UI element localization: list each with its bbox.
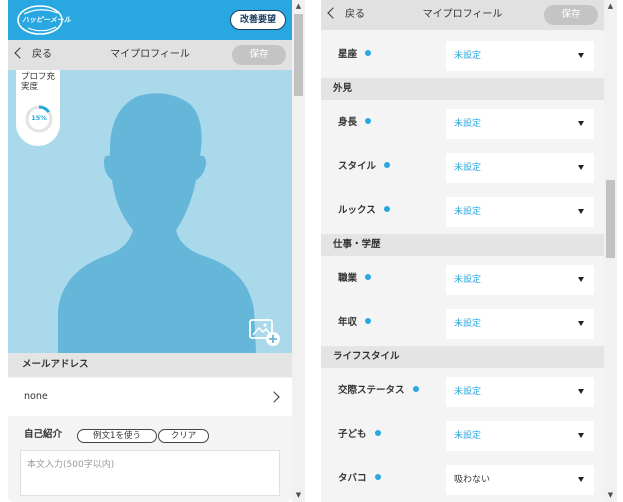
style-value: 未設定 bbox=[454, 163, 482, 173]
looks-label: ルックス bbox=[338, 205, 376, 216]
tobacco-label: タバコ bbox=[338, 473, 367, 484]
intro-label: 自己紹介 bbox=[24, 429, 63, 440]
completion-label: プロフ充実度 bbox=[21, 72, 56, 92]
field-row-income: 年収 未設定 bbox=[321, 301, 604, 345]
caret-down-icon bbox=[578, 389, 584, 394]
zodiac-select[interactable]: 未設定 bbox=[446, 41, 594, 71]
email-row[interactable]: none bbox=[8, 378, 292, 416]
required-dot-icon bbox=[374, 430, 381, 436]
income-value: 未設定 bbox=[454, 319, 482, 329]
improve-request-button[interactable]: 改善要望 bbox=[230, 10, 286, 30]
scrollbar-right[interactable]: ▲ ▼ bbox=[604, 0, 617, 502]
scroll-down-icon[interactable]: ▼ bbox=[292, 489, 305, 502]
completion-value: 15% bbox=[31, 114, 47, 122]
save-button[interactable]: 保存 bbox=[232, 45, 286, 65]
clear-button[interactable]: クリア bbox=[158, 429, 209, 443]
tobacco-select[interactable]: 吸わない bbox=[446, 465, 594, 495]
caret-down-icon bbox=[578, 209, 584, 214]
email-value: none bbox=[24, 391, 48, 402]
job-select[interactable]: 未設定 bbox=[446, 265, 594, 295]
job-value: 未設定 bbox=[454, 275, 482, 285]
scroll-down-icon[interactable]: ▼ bbox=[604, 489, 617, 502]
required-dot-icon bbox=[365, 274, 372, 280]
required-dot-icon bbox=[412, 386, 419, 392]
nav-bar: 戻る マイプロフィール 保存 bbox=[8, 40, 292, 70]
profile-photo[interactable]: プロフ充実度 15% bbox=[8, 70, 292, 353]
completion-badge: プロフ充実度 15% bbox=[16, 70, 60, 146]
scrollbar-left[interactable]: ▲ ▼ bbox=[292, 0, 305, 502]
caret-down-icon bbox=[578, 53, 584, 58]
logo-text: ハッピーメール bbox=[22, 16, 71, 24]
field-label: 星座 bbox=[338, 33, 372, 77]
required-dot-icon bbox=[365, 118, 372, 124]
chevron-right-icon bbox=[268, 391, 280, 403]
scrollbar-thumb[interactable] bbox=[606, 180, 615, 258]
children-value: 未設定 bbox=[454, 431, 482, 441]
job-label: 職業 bbox=[338, 273, 358, 284]
brand-bar: ハッピーメール 改善要望 bbox=[8, 0, 292, 40]
income-select[interactable]: 未設定 bbox=[446, 309, 594, 339]
caret-down-icon bbox=[578, 277, 584, 282]
field-row-zodiac: 星座 未設定 bbox=[321, 33, 604, 77]
style-label: スタイル bbox=[338, 161, 377, 172]
field-row-height: 身長 未設定 bbox=[321, 101, 604, 145]
category-lifestyle: ライフスタイル bbox=[321, 346, 604, 368]
children-select[interactable]: 未設定 bbox=[446, 421, 594, 451]
marital-label: 交際ステータス bbox=[338, 385, 405, 396]
save-button-right[interactable]: 保存 bbox=[544, 5, 598, 25]
required-dot-icon bbox=[383, 206, 390, 212]
required-dot-icon bbox=[365, 318, 372, 324]
required-dot-icon bbox=[365, 50, 372, 56]
nav-bar-right: 戻る マイプロフィール 保存 bbox=[321, 0, 604, 30]
field-row-job: 職業 未設定 bbox=[321, 257, 604, 301]
height-select[interactable]: 未設定 bbox=[446, 109, 594, 139]
required-dot-icon bbox=[384, 162, 391, 168]
intro-textarea[interactable]: 本文入力(500字以内) bbox=[20, 450, 280, 496]
height-label: 身長 bbox=[338, 117, 358, 128]
scrollbar-thumb[interactable] bbox=[294, 14, 303, 96]
intro-placeholder: 本文入力(500字以内) bbox=[27, 460, 115, 470]
field-row-children: 子ども 未設定 bbox=[321, 413, 604, 457]
profile-details-pane: 戻る マイプロフィール 保存 星座 未設定 外見 身長 未設定 スタイル 未設定… bbox=[321, 0, 604, 502]
caret-down-icon bbox=[578, 321, 584, 326]
looks-value: 未設定 bbox=[454, 207, 482, 217]
income-label: 年収 bbox=[338, 317, 358, 328]
category-work: 仕事・学歴 bbox=[321, 234, 604, 256]
tobacco-value: 吸わない bbox=[454, 475, 491, 485]
caret-down-icon bbox=[578, 121, 584, 126]
zodiac-label: 星座 bbox=[338, 49, 358, 60]
add-photo-icon[interactable] bbox=[248, 318, 282, 348]
caret-down-icon bbox=[578, 477, 584, 482]
intro-header: 自己紹介 例文1を使う クリア bbox=[8, 420, 292, 450]
use-example-button[interactable]: 例文1を使う bbox=[77, 429, 157, 443]
children-label: 子ども bbox=[338, 429, 367, 440]
field-row-tobacco: タバコ 吸わない bbox=[321, 457, 604, 501]
required-dot-icon bbox=[374, 474, 381, 480]
email-section-header: メールアドレス bbox=[8, 353, 292, 377]
style-select[interactable]: 未設定 bbox=[446, 153, 594, 183]
profile-panel-left: ハッピーメール 改善要望 戻る マイプロフィール 保存 プロフ充実度 15% メ… bbox=[0, 0, 309, 502]
profile-pane: ハッピーメール 改善要望 戻る マイプロフィール 保存 プロフ充実度 15% メ… bbox=[8, 0, 292, 502]
field-row-looks: ルックス 未設定 bbox=[321, 189, 604, 233]
field-row-marital: 交際ステータス 未設定 bbox=[321, 369, 604, 413]
scroll-up-icon[interactable]: ▲ bbox=[292, 0, 305, 13]
category-appearance: 外見 bbox=[321, 78, 604, 100]
caret-down-icon bbox=[578, 433, 584, 438]
looks-select[interactable]: 未設定 bbox=[446, 197, 594, 227]
caret-down-icon bbox=[578, 165, 584, 170]
scroll-up-icon[interactable]: ▲ bbox=[604, 0, 617, 13]
height-value: 未設定 bbox=[454, 119, 482, 129]
profile-panel-right: 戻る マイプロフィール 保存 星座 未設定 外見 身長 未設定 スタイル 未設定… bbox=[313, 0, 623, 502]
marital-value: 未設定 bbox=[454, 387, 482, 397]
field-row-style: スタイル 未設定 bbox=[321, 145, 604, 189]
marital-select[interactable]: 未設定 bbox=[446, 377, 594, 407]
zodiac-value: 未設定 bbox=[454, 51, 482, 61]
